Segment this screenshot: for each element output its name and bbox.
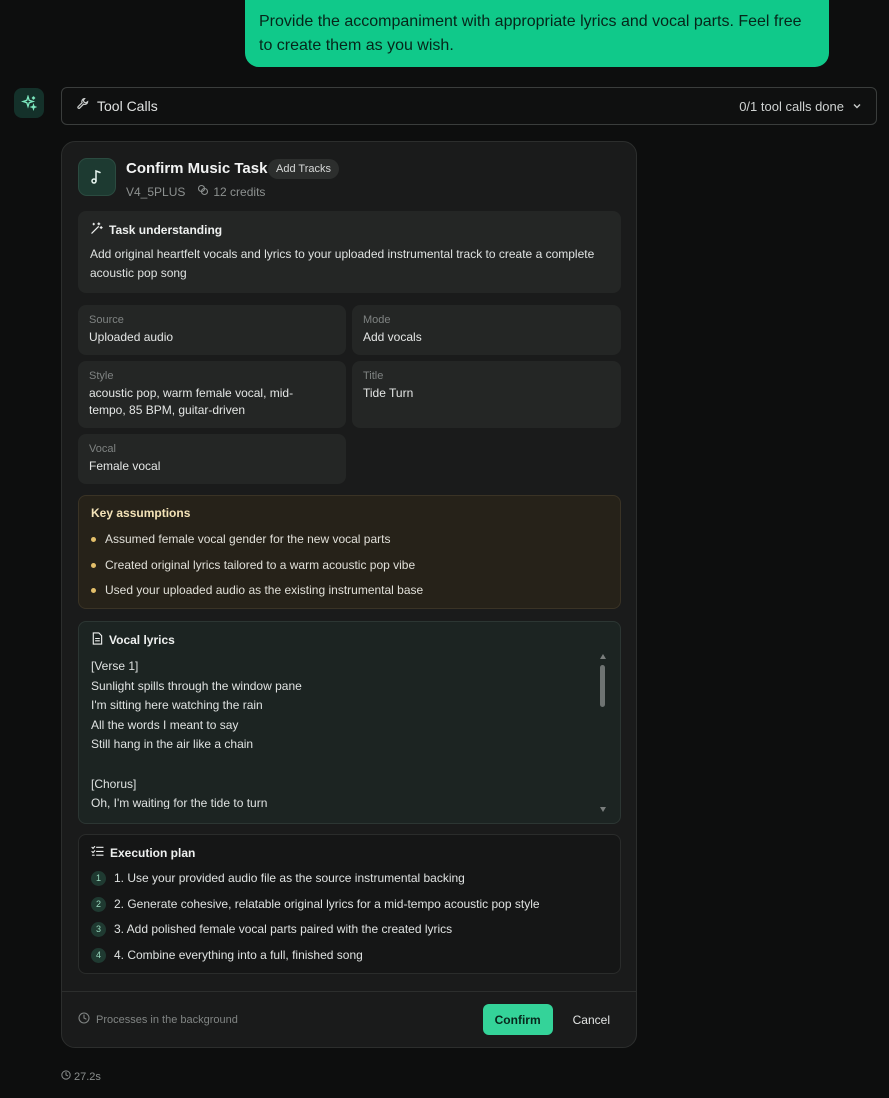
- mode-value: Add vocals: [363, 330, 422, 344]
- assumption-item: Used your uploaded audio as the existing…: [91, 578, 608, 604]
- mode-field: Mode Add vocals: [352, 305, 621, 355]
- assumption-item: Assumed female vocal gender for the new …: [91, 527, 608, 553]
- plan-step: 3 3. Add polished female vocal parts pair…: [91, 917, 608, 943]
- mode-label: Mode: [363, 314, 391, 326]
- elapsed-time: 27.2s: [61, 1070, 101, 1083]
- lyrics-text: [Verse 1] Sunlight spills through the wi…: [91, 659, 302, 809]
- bullet-icon: [91, 562, 96, 568]
- vocal-field: Vocal Female vocal: [78, 434, 346, 484]
- checklist-icon: [91, 845, 104, 860]
- source-value: Uploaded audio: [89, 330, 174, 344]
- assumption-item: Created original lyrics tailored to a wa…: [91, 553, 608, 579]
- tool-calls-title: Tool Calls: [97, 98, 158, 114]
- assumption-text: Created original lyrics tailored to a wa…: [105, 557, 416, 572]
- style-label: Style: [89, 370, 114, 382]
- task-understanding-heading: Task understanding: [109, 223, 223, 237]
- style-field: Style acoustic pop, warm female vocal, m…: [78, 361, 346, 428]
- confirm-music-task-card: Confirm Music Task Add Tracks V4_5PLUS 1…: [61, 141, 637, 1048]
- key-assumptions-panel: Key assumptions Assumed female vocal gen…: [78, 495, 621, 609]
- background-note: Processes in the background: [78, 1012, 238, 1027]
- key-assumptions-heading: Key assumptions: [91, 506, 191, 520]
- step-text: 3. Add polished female vocal parts paire…: [114, 922, 453, 936]
- vocal-value: Female vocal: [89, 459, 161, 473]
- step-number: 1: [91, 871, 106, 887]
- assistant-sparkle-icon: [14, 88, 44, 118]
- step-number: 3: [91, 922, 106, 938]
- bullet-icon: [91, 537, 96, 543]
- vocal-label: Vocal: [89, 443, 116, 455]
- chevron-down-icon: [852, 99, 862, 114]
- execution-plan-panel: Execution plan 1 1. Use your provided aud…: [78, 834, 621, 974]
- music-note-icon: [78, 158, 116, 196]
- user-message-bubble: Provide the accompaniment with appropria…: [245, 0, 829, 67]
- plan-step: 2 2. Generate cohesive, relatable origina…: [91, 892, 608, 918]
- scroll-up-arrow-icon[interactable]: [600, 654, 606, 659]
- style-value: acoustic pop, warm female vocal, mid-tem…: [89, 386, 294, 417]
- source-label: Source: [89, 314, 124, 326]
- credits-info: 12 credits: [197, 184, 265, 199]
- cancel-button[interactable]: Cancel: [563, 1004, 620, 1035]
- coins-icon: [197, 184, 209, 199]
- document-icon: [91, 632, 103, 648]
- assumptions-list: Assumed female vocal gender for the new …: [91, 527, 608, 604]
- clock-icon: [78, 1012, 90, 1027]
- execution-plan-heading: Execution plan: [110, 845, 196, 860]
- tool-calls-status: 0/1 tool calls done: [739, 99, 862, 114]
- plan-steps-list: 1 1. Use your provided audio file as the …: [91, 866, 608, 968]
- step-number: 4: [91, 947, 106, 963]
- tool-calls-count: 0/1 tool calls done: [739, 98, 844, 114]
- task-understanding-text: Add original heartfelt vocals and lyrics…: [90, 247, 595, 280]
- tool-calls-header[interactable]: Tool Calls 0/1 tool calls done: [61, 87, 877, 125]
- user-message-text: Provide the accompaniment with appropria…: [259, 13, 802, 54]
- step-text: 1. Use your provided audio file as the s…: [114, 871, 465, 885]
- assumption-text: Used your uploaded audio as the existing…: [105, 583, 424, 597]
- scrollbar-thumb[interactable]: [600, 665, 605, 707]
- step-text: 2. Generate cohesive, relatable original…: [114, 896, 540, 911]
- model-name: V4_5PLUS: [126, 184, 186, 199]
- title-field: Title Tide Turn: [352, 361, 621, 428]
- step-number: 2: [91, 896, 106, 912]
- card-title: Confirm Music Task: [126, 160, 268, 177]
- task-meta: V4_5PLUS 12 credits: [126, 184, 265, 199]
- source-field: Source Uploaded audio: [78, 305, 346, 355]
- plan-step: 1 1. Use your provided audio file as the …: [91, 866, 608, 892]
- scroll-down-arrow-icon[interactable]: [600, 807, 606, 812]
- lyrics-scrollbar[interactable]: [600, 654, 606, 812]
- title-label: Title: [363, 370, 384, 382]
- bullet-icon: [91, 588, 96, 594]
- confirm-button[interactable]: Confirm: [482, 1004, 553, 1035]
- credits-text: 12 credits: [213, 184, 266, 199]
- title-value: Tide Turn: [363, 386, 414, 400]
- wrench-icon: [76, 97, 89, 115]
- step-text: 4. Combine everything into a full, finis…: [114, 947, 363, 962]
- background-note-text: Processes in the background: [96, 1013, 238, 1026]
- elapsed-time-text: 27.2s: [74, 1070, 101, 1083]
- task-type-badge: Add Tracks: [268, 159, 340, 179]
- plan-step: 4 4. Combine everything into a full, fini…: [91, 943, 608, 969]
- card-footer: Processes in the background Confirm Canc…: [62, 991, 636, 1047]
- task-understanding-panel: Task understanding Add original heartfel…: [78, 211, 621, 293]
- magic-wand-icon: [90, 222, 103, 238]
- timer-icon: [61, 1070, 71, 1083]
- vocal-lyrics-panel[interactable]: Vocal lyrics [Verse 1] Sunlight spills t…: [78, 621, 621, 824]
- assumption-text: Assumed female vocal gender for the new …: [105, 532, 391, 546]
- vocal-lyrics-heading: Vocal lyrics: [109, 633, 175, 647]
